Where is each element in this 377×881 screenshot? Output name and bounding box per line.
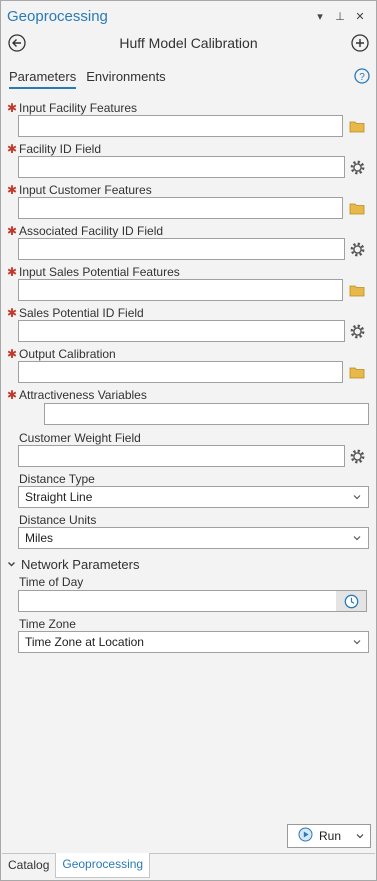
gear-icon[interactable] — [347, 446, 367, 466]
customer-weight-field-label: Customer Weight Field — [19, 431, 141, 445]
pane-controls: ▾ ⊥ ✕ — [313, 10, 375, 23]
gear-icon[interactable] — [347, 157, 367, 177]
folder-icon[interactable] — [347, 280, 367, 300]
customer-weight-field-input[interactable] — [18, 445, 345, 467]
distance-type-label: Distance Type — [19, 472, 95, 486]
bottom-tabs: Catalog Geoprocessing — [2, 853, 375, 879]
pane-titlebar: Geoprocessing ▾ ⊥ ✕ — [2, 2, 375, 30]
plus-circle-icon[interactable] — [351, 34, 369, 55]
required-marker: ✱ — [7, 224, 18, 238]
facility-id-field-input[interactable] — [18, 156, 345, 178]
required-marker: ✱ — [7, 306, 18, 320]
network-parameters-heading: Network Parameters — [21, 557, 140, 572]
folder-icon[interactable] — [347, 198, 367, 218]
chevron-down-icon — [8, 562, 15, 567]
attractiveness-variables-label: Attractiveness Variables — [19, 388, 147, 402]
input-customer-features-field[interactable] — [18, 197, 343, 219]
tab-catalog[interactable]: Catalog — [2, 854, 55, 876]
input-facility-features-label: Input Facility Features — [19, 101, 138, 115]
folder-icon[interactable] — [347, 116, 367, 136]
distance-units-dropdown[interactable]: Miles — [18, 527, 369, 549]
pin-icon[interactable]: ⊥ — [333, 10, 347, 23]
required-marker: ✱ — [7, 347, 18, 361]
tool-tabs: Parameters Environments — [9, 69, 166, 89]
time-of-day-label: Time of Day — [19, 575, 84, 589]
network-parameters-section-toggle[interactable]: Network Parameters — [7, 557, 139, 572]
required-marker: ✱ — [7, 265, 18, 279]
time-zone-dropdown[interactable]: Time Zone at Location — [18, 631, 369, 653]
input-sales-potential-features-field[interactable] — [18, 279, 343, 301]
input-facility-features-field[interactable] — [18, 115, 343, 137]
folder-icon[interactable] — [347, 362, 367, 382]
tool-header: Huff Model Calibration — [1, 31, 376, 57]
time-of-day-field[interactable] — [18, 590, 338, 612]
sales-potential-id-field-label: Sales Potential ID Field — [19, 306, 144, 320]
chevron-down-icon — [352, 532, 362, 546]
associated-facility-id-field-input[interactable] — [18, 238, 345, 260]
distance-type-value: Straight Line — [25, 490, 93, 504]
output-calibration-field[interactable] — [18, 361, 343, 383]
sales-potential-id-field-input[interactable] — [18, 320, 345, 342]
run-button[interactable]: Run — [287, 824, 371, 848]
close-icon[interactable]: ✕ — [353, 10, 367, 23]
facility-id-field-label: Facility ID Field — [19, 142, 102, 156]
play-icon — [298, 827, 313, 845]
chevron-down-icon[interactable] — [355, 830, 365, 844]
distance-units-label: Distance Units — [19, 513, 97, 527]
distance-units-value: Miles — [25, 531, 54, 545]
time-zone-value: Time Zone at Location — [25, 635, 144, 649]
run-label: Run — [319, 829, 342, 843]
required-marker: ✱ — [7, 183, 18, 197]
required-marker: ✱ — [7, 388, 18, 402]
input-customer-features-label: Input Customer Features — [19, 183, 152, 197]
gear-icon[interactable] — [347, 321, 367, 341]
chevron-down-icon — [352, 491, 362, 505]
pane-title: Geoprocessing — [7, 7, 108, 25]
distance-type-dropdown[interactable]: Straight Line — [18, 486, 369, 508]
required-marker: ✱ — [7, 101, 18, 115]
required-marker: ✱ — [7, 142, 18, 156]
svg-text:?: ? — [359, 72, 365, 83]
help-icon[interactable]: ? — [354, 68, 370, 87]
associated-facility-id-field-label: Associated Facility ID Field — [19, 224, 164, 238]
tab-parameters[interactable]: Parameters — [9, 69, 77, 89]
tab-geoprocessing[interactable]: Geoprocessing — [55, 853, 151, 878]
time-picker-button[interactable] — [336, 590, 367, 612]
geoprocessing-pane: Geoprocessing ▾ ⊥ ✕ Huff Model Calibrati… — [0, 0, 377, 881]
output-calibration-label: Output Calibration — [19, 347, 116, 361]
input-sales-potential-features-label: Input Sales Potential Features — [19, 265, 180, 279]
gear-icon[interactable] — [347, 239, 367, 259]
pane-options-icon[interactable]: ▾ — [313, 10, 327, 23]
attractiveness-variables-field[interactable] — [44, 403, 369, 425]
time-zone-label: Time Zone — [19, 617, 76, 631]
clock-icon — [344, 594, 358, 608]
chevron-down-icon — [352, 636, 362, 650]
tool-title: Huff Model Calibration — [119, 35, 258, 51]
tab-environments[interactable]: Environments — [86, 69, 165, 89]
